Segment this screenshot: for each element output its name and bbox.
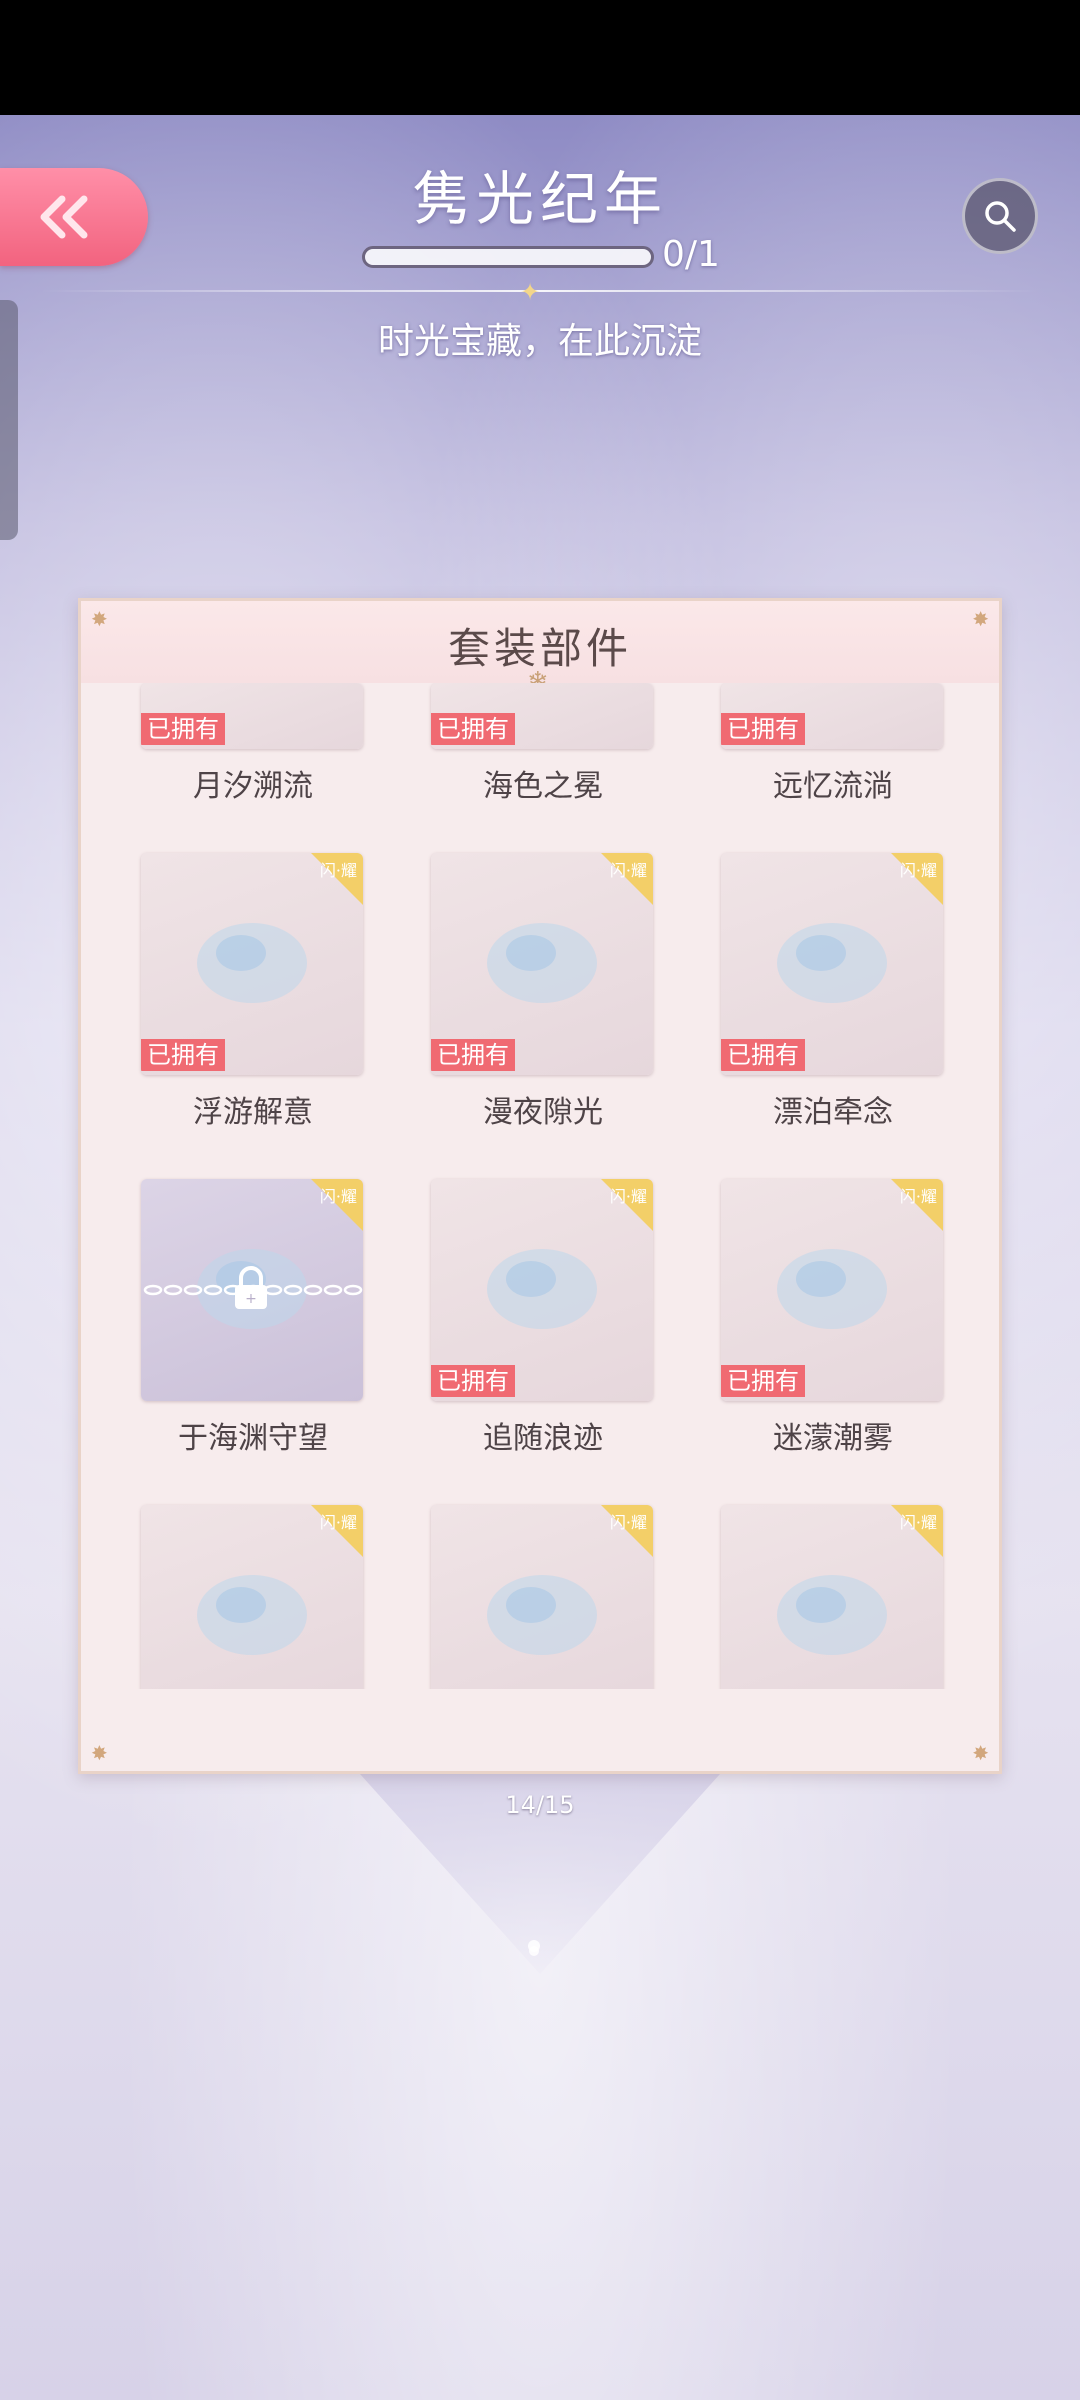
shine-badge-text: 闪·耀 [609,861,647,880]
suit-part-item[interactable]: 闪·耀已拥有浮游解意 [141,853,365,1131]
page-title: 隽光纪年 [411,165,668,233]
suit-part-item[interactable]: 闪·耀已拥有追随浪迹 [431,1179,655,1457]
suit-part-name: 漫夜隙光 [483,1095,603,1130]
page-subtitle: 时光宝藏，在此沉淀 [377,321,702,362]
suit-part-name: 月汐溯流 [193,769,313,804]
suit-part-item[interactable]: 已拥有远忆流淌 [721,683,945,805]
suit-part-thumbnail[interactable]: 已拥有 [141,683,363,749]
page-indicator: 14/15 [505,1791,575,1819]
owned-tag: 已拥有 [721,1365,805,1397]
suit-part-name: 迷濛潮雾 [773,1421,893,1456]
shine-badge-text: 闪·耀 [899,861,937,880]
sparkle-ornament-icon: ✦ [520,278,541,306]
suit-part-name: 海色之冕 [483,769,603,804]
suit-part-thumbnail[interactable]: 闪·耀已拥有 [431,1179,653,1401]
magnifier-icon [985,201,1016,232]
owned-tag: 已拥有 [431,713,515,745]
shine-badge-text: 闪·耀 [899,1513,937,1532]
suit-part-thumbnail[interactable]: 闪·耀已拥有 [721,853,943,1075]
owned-tag: 已拥有 [141,713,225,745]
suit-part-name: 追随浪迹 [483,1421,603,1456]
suit-part-thumbnail[interactable]: 闪·耀已拥有 [721,1505,943,1689]
suit-part-name: 浮游解意 [193,1095,313,1130]
suit-part-thumbnail[interactable]: 闪·耀已拥有 [431,853,653,1075]
shine-badge-text: 闪·耀 [609,1513,647,1532]
padlock-icon: + [235,1266,267,1309]
suit-parts-panel: 套装部件 ❄ ✸ ✸ ✸ ✸ 已拥有 月汐溯流 已拥有 海色之冕 已拥有 远忆流淌 闪·耀已… [78,598,1002,1774]
collection-progress-text: 0/1 [662,234,720,275]
search-button[interactable] [962,178,1038,254]
suit-part-thumbnail[interactable]: 闪·耀 + [141,1179,363,1401]
suit-part-item[interactable]: 闪·耀已拥有 [431,1505,655,1689]
suit-part-name: 远忆流淌 [773,769,893,804]
suit-part-name: 漂泊牵念 [773,1095,893,1130]
collection-progress-bar [362,246,654,268]
owned-tag: 已拥有 [721,1039,805,1071]
corner-ornament-icon: ✸ [972,607,989,631]
suit-part-name: 于海渊守望 [178,1421,328,1456]
owned-tag: 已拥有 [431,1365,515,1397]
shine-badge-text: 闪·耀 [319,861,357,880]
suit-part-item[interactable]: 闪·耀 + 于海渊守望 [141,1179,365,1457]
status-bar [0,0,1080,115]
svg-text:+: + [245,1291,257,1307]
owned-tag: 已拥有 [431,1039,515,1071]
suit-part-thumbnail[interactable]: 闪·耀已拥有 [141,853,363,1075]
owned-tag: 已拥有 [721,713,805,745]
owned-tag: 已拥有 [141,1039,225,1071]
suit-part-item[interactable]: 已拥有海色之冕 [431,683,655,805]
suit-part-item[interactable]: 已拥有月汐溯流 [141,683,365,805]
shine-badge-text: 闪·耀 [899,1187,937,1206]
suit-part-item[interactable]: 闪·耀已拥有迷濛潮雾 [721,1179,945,1457]
corner-ornament-icon: ✸ [972,1741,989,1765]
corner-ornament-icon: ✸ [91,607,108,631]
suit-part-item[interactable]: 闪·耀已拥有 [141,1505,365,1689]
shine-badge-text: 闪·耀 [319,1513,357,1532]
suit-part-thumbnail[interactable]: 闪·耀已拥有 [721,1179,943,1401]
suit-part-thumbnail[interactable]: 已拥有 [431,683,653,749]
suit-part-thumbnail[interactable]: 闪·耀已拥有 [431,1505,653,1689]
panel-header: 套装部件 ❄ [81,601,999,697]
suit-part-item[interactable]: 闪·耀已拥有漂泊牵念 [721,853,945,1131]
suit-part-item[interactable]: 闪·耀已拥有漫夜隙光 [431,853,655,1131]
suit-part-item[interactable]: 闪·耀已拥有 [721,1505,945,1689]
suit-part-thumbnail[interactable]: 闪·耀已拥有 [141,1505,363,1689]
shine-badge-text: 闪·耀 [609,1187,647,1206]
corner-ornament-icon: ✸ [91,1741,108,1765]
parts-grid[interactable]: 已拥有 月汐溯流 已拥有 海色之冕 已拥有 远忆流淌 闪·耀 已拥有 浮游解意 闪·耀 已拥有 漫夜隙… [81,683,999,1689]
suit-part-thumbnail[interactable]: 已拥有 [721,683,943,749]
shine-badge-text: 闪·耀 [319,1187,357,1206]
pager-ornament-dot [529,1946,539,1956]
